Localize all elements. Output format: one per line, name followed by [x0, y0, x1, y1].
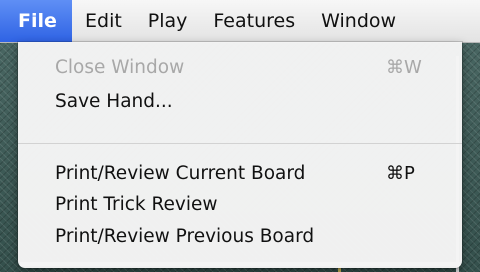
close-window-item: Close Window ⌘W [55, 53, 442, 81]
print-trick-review-item[interactable]: Print Trick Review [55, 190, 442, 218]
menu-edit[interactable]: Edit [72, 0, 135, 42]
menu-separator [18, 143, 462, 144]
menu-item-label: Print/Review Previous Board [55, 225, 315, 247]
menu-window[interactable]: Window [308, 0, 409, 42]
print-review-current-board-item[interactable]: Print/Review Current Board ⌘P [55, 159, 442, 187]
menu-item-shortcut: ⌘P [386, 162, 415, 184]
menu-bar: File Edit Play Features Window [0, 0, 480, 43]
print-review-previous-board-item[interactable]: Print/Review Previous Board [55, 222, 442, 250]
menu-features[interactable]: Features [200, 0, 308, 42]
file-dropdown-menu: Close Window ⌘W Save Hand... Print/Revie… [18, 42, 462, 268]
menu-item-label: Close Window [55, 56, 185, 78]
menu-item-label: Print/Review Current Board [55, 162, 306, 184]
menu-item-label: Save Hand... [55, 90, 173, 112]
menu-item-label: Print Trick Review [55, 193, 218, 215]
menu-item-shortcut: ⌘W [386, 56, 422, 78]
save-hand-item[interactable]: Save Hand... [55, 87, 442, 115]
menu-file[interactable]: File [0, 0, 72, 42]
menu-play[interactable]: Play [135, 0, 201, 42]
